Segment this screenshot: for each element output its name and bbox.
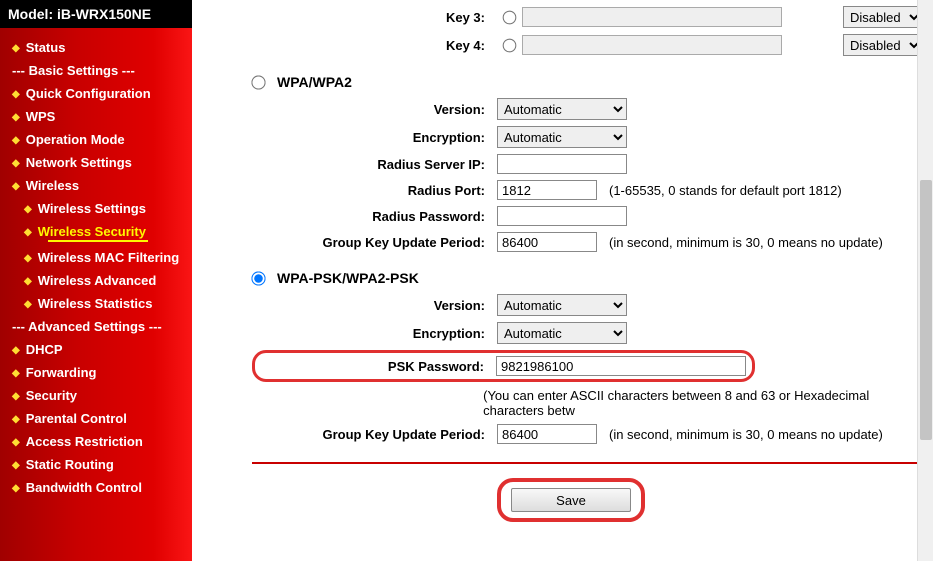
psk-version-label: Version: — [252, 298, 497, 313]
psk-password-label: PSK Password: — [257, 359, 496, 374]
radius-pw-label: Radius Password: — [252, 209, 497, 224]
divider — [252, 462, 923, 464]
radius-pw-input[interactable] — [497, 206, 627, 226]
sidebar: Model: iB-WRX150NE ◆Status --- Basic Set… — [0, 0, 192, 561]
key4-input[interactable] — [522, 35, 782, 55]
nav-wps[interactable]: ◆WPS — [0, 105, 192, 128]
wpa-groupkey-label: Group Key Update Period: — [252, 235, 497, 250]
radius-port-note: (1-65535, 0 stands for default port 1812… — [609, 183, 842, 198]
nav-wireless-security[interactable]: ◆Wireless Security — [0, 220, 192, 246]
wpa-radio[interactable] — [251, 75, 265, 89]
nav-bandwidth[interactable]: ◆Bandwidth Control — [0, 476, 192, 499]
key3-row: Key 3: Disabled — [252, 6, 923, 28]
psk-password-note: (You can enter ASCII characters between … — [483, 388, 923, 418]
psk-encryption-label: Encryption: — [252, 326, 497, 341]
nav-status[interactable]: ◆Status — [0, 36, 192, 59]
key4-radio[interactable] — [503, 38, 517, 52]
psk-password-input[interactable] — [496, 356, 746, 376]
key3-input[interactable] — [522, 7, 782, 27]
radius-ip-input[interactable] — [497, 154, 627, 174]
wpa-version-select[interactable]: Automatic — [497, 98, 627, 120]
nav-dhcp[interactable]: ◆DHCP — [0, 338, 192, 361]
psk-encryption-select[interactable]: Automatic — [497, 322, 627, 344]
nav-security[interactable]: ◆Security — [0, 384, 192, 407]
wpa-encryption-select[interactable]: Automatic — [497, 126, 627, 148]
radius-port-input[interactable] — [497, 180, 597, 200]
nav-wireless-advanced[interactable]: ◆Wireless Advanced — [0, 269, 192, 292]
wpa-groupkey-input[interactable] — [497, 232, 597, 252]
key3-type-select[interactable]: Disabled — [843, 6, 923, 28]
key3-radio[interactable] — [503, 10, 517, 24]
nav-basic-sep: --- Basic Settings --- — [0, 59, 192, 82]
scrollbar[interactable] — [917, 0, 933, 561]
nav-wireless[interactable]: ◆Wireless — [0, 174, 192, 197]
psk-groupkey-note: (in second, minimum is 30, 0 means no up… — [609, 427, 883, 442]
key4-type-select[interactable]: Disabled — [843, 34, 923, 56]
nav-wireless-stats[interactable]: ◆Wireless Statistics — [0, 292, 192, 315]
radius-port-label: Radius Port: — [252, 183, 497, 198]
psk-groupkey-label: Group Key Update Period: — [252, 427, 497, 442]
key4-label: Key 4: — [252, 38, 497, 53]
save-highlight: Save — [497, 478, 645, 522]
psk-title: WPA-PSK/WPA2-PSK — [277, 270, 419, 286]
nav-operation-mode[interactable]: ◆Operation Mode — [0, 128, 192, 151]
nav-menu: ◆Status --- Basic Settings --- ◆Quick Co… — [0, 28, 192, 499]
nav-quick-config[interactable]: ◆Quick Configuration — [0, 82, 192, 105]
wpa-title: WPA/WPA2 — [277, 74, 352, 90]
save-button[interactable]: Save — [511, 488, 631, 512]
wpa-encryption-label: Encryption: — [252, 130, 497, 145]
nav-parental[interactable]: ◆Parental Control — [0, 407, 192, 430]
wpa-version-label: Version: — [252, 102, 497, 117]
nav-access[interactable]: ◆Access Restriction — [0, 430, 192, 453]
nav-forwarding[interactable]: ◆Forwarding — [0, 361, 192, 384]
key4-row: Key 4: Disabled — [252, 34, 923, 56]
psk-radio[interactable] — [251, 271, 265, 285]
nav-network-settings[interactable]: ◆Network Settings — [0, 151, 192, 174]
wpa-section-header: WPA/WPA2 — [252, 74, 923, 90]
scrollbar-thumb[interactable] — [920, 180, 932, 440]
psk-version-select[interactable]: Automatic — [497, 294, 627, 316]
nav-wireless-mac[interactable]: ◆Wireless MAC Filtering — [0, 246, 192, 269]
wpa-groupkey-note: (in second, minimum is 30, 0 means no up… — [609, 235, 883, 250]
radius-ip-label: Radius Server IP: — [252, 157, 497, 172]
psk-groupkey-input[interactable] — [497, 424, 597, 444]
main-panel: Key 3: Disabled Key 4: Disabled WPA/WPA2… — [192, 0, 933, 561]
nav-adv-sep: --- Advanced Settings --- — [0, 315, 192, 338]
nav-wireless-settings[interactable]: ◆Wireless Settings — [0, 197, 192, 220]
psk-password-highlight: PSK Password: — [252, 350, 755, 382]
model-label: Model: iB-WRX150NE — [0, 0, 192, 28]
key3-label: Key 3: — [252, 10, 497, 25]
nav-static-routing[interactable]: ◆Static Routing — [0, 453, 192, 476]
psk-section-header: WPA-PSK/WPA2-PSK — [252, 270, 923, 286]
